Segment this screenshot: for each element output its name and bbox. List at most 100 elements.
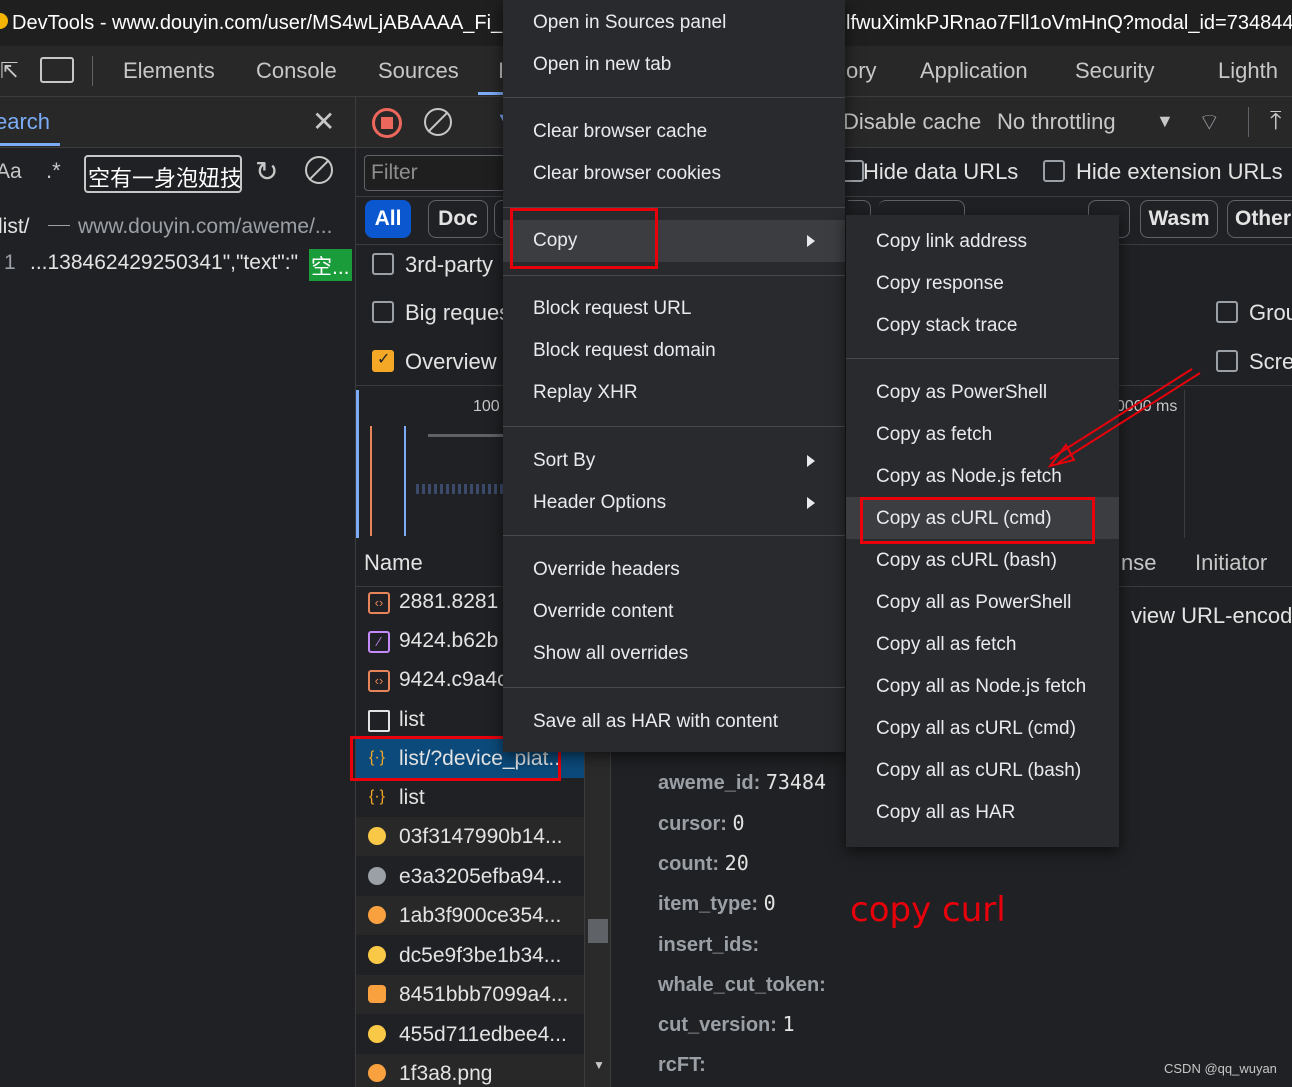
menu-replay-xhr[interactable]: Replay XHR	[533, 382, 638, 404]
payload-row: item_type: 0	[658, 891, 776, 916]
tab-elements[interactable]: Elements	[123, 58, 215, 84]
scrollbar-thumb[interactable]	[588, 919, 608, 943]
menu-open-sources[interactable]: Open in Sources panel	[533, 12, 726, 34]
search-input[interactable]: 空有一身泡妞技	[84, 155, 242, 193]
third-party-checkbox[interactable]	[372, 253, 394, 275]
record-stop-icon[interactable]	[372, 108, 402, 138]
menu-copy-response[interactable]: Copy response	[876, 273, 1004, 295]
menu-copy-all-har[interactable]: Copy all as HAR	[876, 802, 1015, 824]
menu-open-new-tab[interactable]: Open in new tab	[533, 54, 671, 76]
payload-value: 73484	[765, 770, 827, 794]
context-menu: Open in Sources panel Open in new tab Cl…	[503, 0, 845, 752]
hide-data-urls-checkbox[interactable]	[842, 160, 864, 182]
type-other-chip[interactable]: Other	[1227, 200, 1292, 238]
table-row[interactable]: e3a3205efba94...	[356, 857, 584, 896]
tab-initiator[interactable]: Initiator	[1195, 550, 1267, 576]
menu-copy-all-curl-bash[interactable]: Copy all as cURL (bash)	[876, 760, 1081, 782]
device-toolbar-icon[interactable]	[40, 57, 74, 83]
tab-security[interactable]: Security	[1075, 58, 1154, 84]
tab-application[interactable]: Application	[920, 58, 1028, 84]
request-name: list	[399, 786, 425, 809]
menu-block-url[interactable]: Block request URL	[533, 298, 691, 320]
menu-clear-cookies[interactable]: Clear browser cookies	[533, 163, 721, 185]
disable-cache-label[interactable]: Disable cache	[843, 109, 981, 135]
import-har-icon[interactable]: ⤒	[1270, 105, 1282, 137]
inspect-element-icon[interactable]: ⇱	[0, 58, 18, 84]
menu-header-options[interactable]: Header Options	[533, 492, 666, 514]
table-row[interactable]: dc5e9f3be1b34...	[356, 936, 584, 975]
menu-copy-fetch[interactable]: Copy as fetch	[876, 424, 992, 446]
match-case-toggle[interactable]: Aa	[0, 160, 22, 184]
menu-block-domain[interactable]: Block request domain	[533, 340, 716, 362]
search-tab-label[interactable]: earch	[0, 109, 50, 135]
table-row[interactable]: 455d711edbee4...	[356, 1015, 584, 1054]
big-requests-label: Big reques	[405, 300, 511, 325]
type-doc-chip[interactable]: Doc	[428, 200, 488, 238]
menu-copy-nodejs-fetch[interactable]: Copy as Node.js fetch	[876, 466, 1062, 488]
screenshots-checkbox[interactable]	[1216, 350, 1238, 372]
search-result-file[interactable]: list/ www.douyin.com/aweme/...	[0, 213, 355, 243]
clear-search-icon[interactable]	[305, 156, 333, 184]
menu-copy-all-curl-cmd[interactable]: Copy all as cURL (cmd)	[876, 718, 1076, 740]
network-conditions-icon[interactable]: ⌔	[1198, 107, 1221, 137]
menu-clear-cache[interactable]: Clear browser cache	[533, 121, 707, 143]
script-icon: ‹›	[368, 670, 390, 692]
tab-memory[interactable]: ory	[846, 58, 877, 84]
menu-separator	[503, 275, 845, 276]
table-row[interactable]: 03f3147990b14...	[356, 817, 584, 856]
timeline-requests	[416, 484, 506, 494]
emoji-icon	[368, 1025, 386, 1043]
doc-icon	[368, 710, 390, 732]
menu-copy-powershell[interactable]: Copy as PowerShell	[876, 382, 1047, 404]
table-row[interactable]: 8451bbb7099a4...	[356, 975, 584, 1014]
payload-key: cursor:	[658, 813, 727, 835]
overview-checkbox[interactable]: ✓	[372, 350, 394, 372]
menu-sort-by[interactable]: Sort By	[533, 450, 595, 472]
table-row[interactable]: 1f3a8.png	[356, 1054, 584, 1087]
big-requests-checkbox[interactable]	[372, 301, 394, 323]
menu-copy-all-fetch[interactable]: Copy all as fetch	[876, 634, 1016, 656]
payload-key: count:	[658, 853, 720, 875]
menu-copy-curl-bash[interactable]: Copy as cURL (bash)	[876, 550, 1057, 572]
menu-separator	[846, 358, 1119, 359]
clear-icon[interactable]	[424, 108, 452, 136]
refresh-icon[interactable]: ↻	[255, 155, 278, 188]
menu-show-overrides[interactable]: Show all overrides	[533, 643, 688, 665]
hide-extension-urls-checkbox[interactable]	[1043, 160, 1065, 182]
group-by-frame-checkbox[interactable]	[1216, 301, 1238, 323]
column-name[interactable]: Name	[364, 550, 423, 576]
search-result-line[interactable]: 1 ...138462429250341","text":" 空...	[0, 249, 355, 281]
menu-copy-stack[interactable]: Copy stack trace	[876, 315, 1018, 337]
type-wasm-chip[interactable]: Wasm	[1140, 200, 1218, 238]
menu-override-headers[interactable]: Override headers	[533, 559, 680, 581]
payload-row: count: 20	[658, 851, 749, 876]
tab-lighthouse[interactable]: Lighth	[1218, 58, 1278, 84]
view-url-encoded-link[interactable]: view URL-encod	[1131, 603, 1292, 629]
menu-copy-all-nodejs-fetch[interactable]: Copy all as Node.js fetch	[876, 676, 1086, 698]
request-name: 1f3a8.png	[399, 1062, 493, 1085]
timeline-handle[interactable]	[356, 390, 359, 538]
menu-copy-all-powershell[interactable]: Copy all as PowerShell	[876, 592, 1071, 614]
tab-sources[interactable]: Sources	[378, 58, 459, 84]
menu-copy-link[interactable]: Copy link address	[876, 231, 1027, 253]
regex-toggle[interactable]: .*	[46, 158, 61, 184]
menu-save-har[interactable]: Save all as HAR with content	[533, 711, 778, 733]
payload-row: cut_version: 1	[658, 1012, 795, 1037]
table-row[interactable]: {·} list	[356, 778, 584, 817]
submenu-arrow-icon	[807, 455, 815, 467]
submenu-arrow-icon	[807, 235, 815, 247]
table-row[interactable]: 1ab3f900ce354...	[356, 896, 584, 935]
annotation-copy-curl: copy curl	[850, 890, 1006, 930]
emoji-icon	[368, 1064, 386, 1082]
payload-value: 0	[763, 891, 776, 915]
close-icon[interactable]: ✕	[312, 105, 335, 138]
chevron-down-icon[interactable]: ▼	[1156, 111, 1174, 132]
type-all-chip[interactable]: All	[365, 200, 411, 238]
scroll-down-icon[interactable]: ▼	[593, 1058, 605, 1072]
tab-response[interactable]: nse	[1121, 550, 1156, 576]
throttling-select[interactable]: No throttling	[997, 109, 1116, 135]
filter-input[interactable]: Filter	[364, 155, 516, 191]
payload-key: cut_version:	[658, 1014, 777, 1036]
menu-override-content[interactable]: Override content	[533, 601, 673, 623]
tab-console[interactable]: Console	[256, 58, 337, 84]
